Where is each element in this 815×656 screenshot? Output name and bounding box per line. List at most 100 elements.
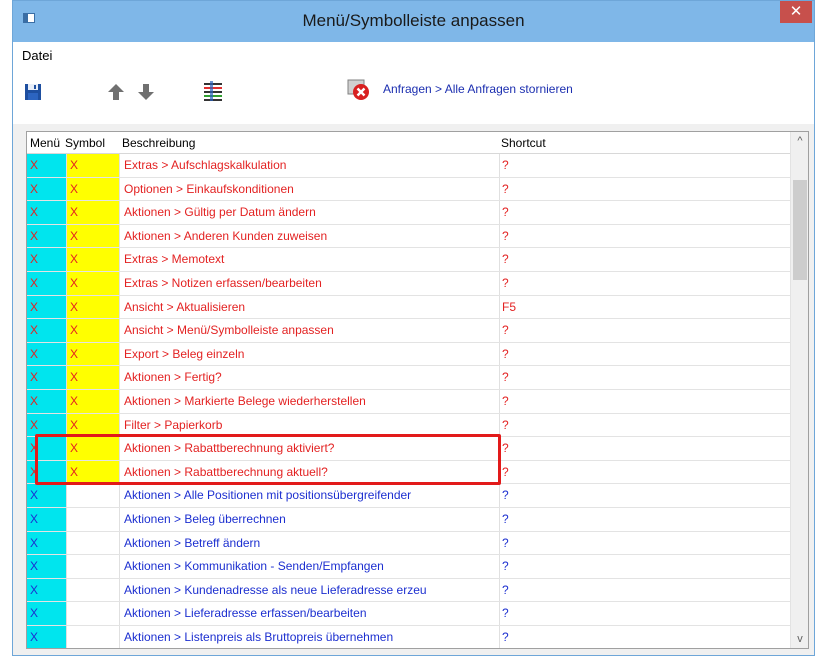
menu-flag-cell[interactable]: X [27,625,66,648]
scroll-thumb[interactable] [793,180,807,280]
table-row[interactable]: X X Aktionen > Anderen Kunden zuweisen? [27,224,791,249]
description-cell[interactable]: Ansicht > Menü/Symbolleiste anpassen [119,319,499,342]
symbol-flag-cell[interactable]: X [66,366,119,389]
configure-icon[interactable] [202,80,222,101]
scroll-down-icon[interactable]: v [791,630,808,648]
symbol-flag-cell[interactable]: X [66,177,119,201]
arrow-up-icon[interactable] [107,83,127,103]
menu-flag-cell[interactable]: X [27,389,66,413]
symbol-flag-cell[interactable] [66,602,119,625]
symbol-flag-cell[interactable] [66,484,119,507]
header-description[interactable]: Beschreibung [122,136,195,150]
table-row[interactable]: X X Aktionen > Gültig per Datum ändern? [27,201,791,225]
table-row[interactable]: X X Aktionen > Fertig?? [27,366,791,390]
shortcut-cell[interactable]: ? [499,625,791,648]
symbol-flag-cell[interactable] [66,507,119,531]
save-icon[interactable] [24,83,44,103]
symbol-flag-cell[interactable] [66,555,119,578]
description-cell[interactable]: Filter > Papierkorb [119,413,499,437]
shortcut-cell[interactable]: ? [499,437,791,460]
menu-flag-cell[interactable]: X [27,578,66,602]
symbol-flag-cell[interactable]: X [66,319,119,342]
shortcut-cell[interactable]: ? [499,460,791,484]
symbol-flag-cell[interactable]: X [66,224,119,248]
description-cell[interactable]: Aktionen > Listenpreis als Bruttopreis ü… [119,625,499,648]
description-cell[interactable]: Aktionen > Anderen Kunden zuweisen [119,224,499,248]
symbol-flag-cell[interactable]: X [66,295,119,319]
description-cell[interactable]: Ansicht > Aktualisieren [119,295,499,319]
symbol-flag-cell[interactable] [66,578,119,602]
shortcut-cell[interactable]: ? [499,366,791,389]
shortcut-cell[interactable]: ? [499,507,791,531]
close-button[interactable]: ✕ [780,1,812,23]
menu-flag-cell[interactable]: X [27,224,66,248]
table-row[interactable]: X X Ansicht > Aktualisieren F5 [27,295,791,320]
table-row[interactable]: X X Extras > Memotext? [27,248,791,272]
table-row[interactable]: X Aktionen > Kommunikation - Senden/Empfa… [27,555,791,579]
table-row[interactable]: X Aktionen > Kundenadresse als neue Liefe… [27,578,791,603]
table-row[interactable]: X X Export > Beleg einzeln? [27,342,791,367]
description-cell[interactable]: Aktionen > Betreff ändern [119,531,499,555]
symbol-flag-cell[interactable] [66,531,119,555]
description-cell[interactable]: Export > Beleg einzeln [119,342,499,366]
symbol-flag-cell[interactable]: X [66,201,119,224]
description-cell[interactable]: Aktionen > Fertig? [119,366,499,389]
scroll-up-icon[interactable]: ^ [791,132,808,150]
table-row[interactable]: X Aktionen > Lieferadresse erfassen/bearb… [27,602,791,626]
header-shortcut[interactable]: Shortcut [501,136,546,150]
shortcut-cell[interactable]: ? [499,413,791,437]
cancel-requests-icon[interactable] [347,79,369,100]
arrow-down-icon[interactable] [137,83,157,103]
table-row[interactable]: X X Ansicht > Menü/Symbolleiste anpassen? [27,319,791,343]
title-bar[interactable]: Menü/Symbolleiste anpassen ✕ [13,1,814,42]
menu-flag-cell[interactable]: X [27,413,66,437]
menu-flag-cell[interactable]: X [27,342,66,366]
header-menu[interactable]: Menü [30,136,60,150]
description-cell[interactable]: Aktionen > Gültig per Datum ändern [119,201,499,224]
symbol-flag-cell[interactable] [66,625,119,648]
menu-flag-cell[interactable]: X [27,507,66,531]
shortcut-cell[interactable]: ? [499,177,791,201]
symbol-flag-cell[interactable]: X [66,342,119,366]
shortcut-cell[interactable]: ? [499,389,791,413]
table-row[interactable]: X Aktionen > Listenpreis als Bruttopreis … [27,625,791,648]
description-cell[interactable]: Extras > Memotext [119,248,499,271]
table-row[interactable]: X Aktionen > Betreff ändern? [27,531,791,556]
menu-datei[interactable]: Datei [22,48,52,63]
symbol-flag-cell[interactable]: X [66,154,119,177]
description-cell[interactable]: Aktionen > Beleg überrechnen [119,507,499,531]
shortcut-cell[interactable]: ? [499,578,791,602]
menu-flag-cell[interactable]: X [27,555,66,578]
shortcut-cell[interactable]: ? [499,201,791,224]
shortcut-cell[interactable]: ? [499,602,791,625]
description-cell[interactable]: Extras > Aufschlagskalkulation [119,154,499,177]
header-symbol[interactable]: Symbol [65,136,105,150]
table-row[interactable]: X X Extras > Notizen erfassen/bearbeiten? [27,271,791,296]
menu-flag-cell[interactable]: X [27,484,66,507]
description-cell[interactable]: Aktionen > Kundenadresse als neue Liefer… [119,578,499,602]
shortcut-cell[interactable]: ? [499,271,791,295]
menu-flag-cell[interactable]: X [27,366,66,389]
shortcut-cell[interactable]: ? [499,319,791,342]
symbol-flag-cell[interactable]: X [66,271,119,295]
table-row[interactable]: X Aktionen > Beleg überrechnen? [27,507,791,532]
shortcut-cell[interactable]: ? [499,342,791,366]
menu-flag-cell[interactable]: X [27,271,66,295]
description-cell[interactable]: Aktionen > Lieferadresse erfassen/bearbe… [119,602,499,625]
menu-flag-cell[interactable]: X [27,319,66,342]
vertical-scrollbar[interactable]: ^ v [790,132,808,648]
table-row[interactable]: X Aktionen > Alle Positionen mit position… [27,484,791,508]
cancel-requests-label[interactable]: Anfragen > Alle Anfragen stornieren [383,82,573,96]
table-row[interactable]: X X Extras > Aufschlagskalkulation? [27,154,791,178]
shortcut-cell[interactable]: ? [499,154,791,177]
symbol-flag-cell[interactable]: X [66,413,119,437]
symbol-flag-cell[interactable]: X [66,389,119,413]
symbol-flag-cell[interactable]: X [66,248,119,271]
description-cell[interactable]: Aktionen > Alle Positionen mit positions… [119,484,499,507]
description-cell[interactable]: Optionen > Einkaufskonditionen [119,177,499,201]
shortcut-cell[interactable]: ? [499,555,791,578]
description-cell[interactable]: Extras > Notizen erfassen/bearbeiten [119,271,499,295]
shortcut-cell[interactable]: F5 [499,295,791,319]
shortcut-cell[interactable]: ? [499,531,791,555]
menu-flag-cell[interactable]: X [27,248,66,271]
